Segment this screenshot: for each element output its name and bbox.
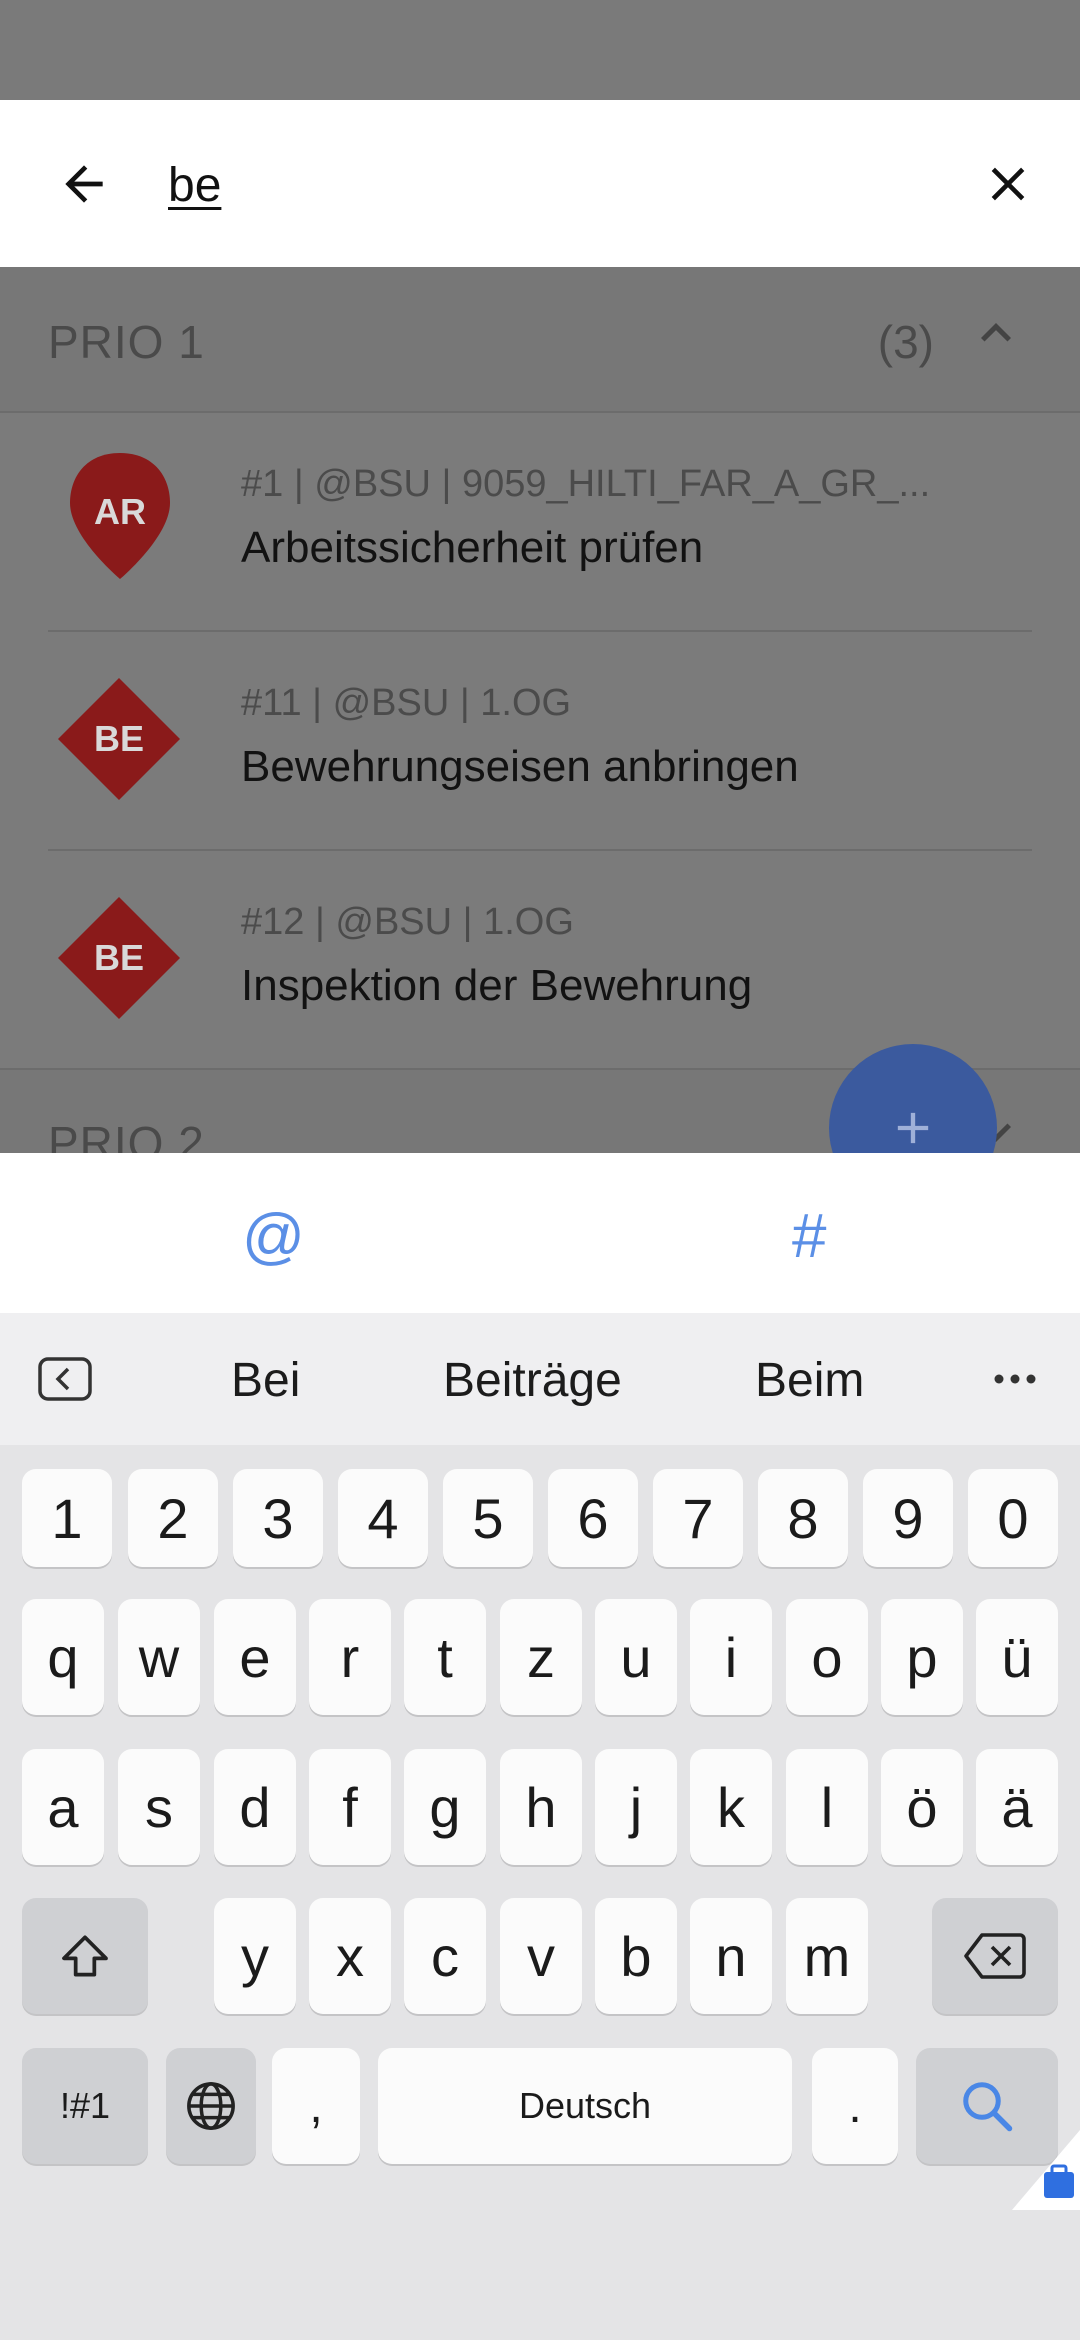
shift-icon	[62, 1935, 108, 1977]
key-s[interactable]: s	[118, 1749, 200, 1865]
key-o[interactable]: o	[786, 1599, 868, 1715]
task-row[interactable]: BE #11 | @BSU | 1.OG Bewehrungseisen anb…	[0, 632, 1080, 851]
prediction-word[interactable]: Beim	[755, 1353, 864, 1408]
key-7[interactable]: 7	[653, 1469, 743, 1567]
key-m[interactable]: m	[786, 1898, 868, 2014]
key-x[interactable]: x	[309, 1898, 391, 2014]
key-v[interactable]: v	[500, 1898, 582, 2014]
section-title: PRIO 1	[48, 316, 205, 368]
period-key[interactable]: .	[812, 2048, 898, 2164]
status-bar	[0, 0, 1080, 100]
back-arrow-icon[interactable]	[36, 136, 132, 232]
section-count: (3)	[877, 316, 934, 368]
search-bar: be	[0, 100, 1080, 267]
key-8[interactable]: 8	[758, 1469, 848, 1567]
key-t[interactable]: t	[404, 1599, 486, 1715]
key-k[interactable]: k	[690, 1749, 772, 1865]
key-h[interactable]: h	[500, 1749, 582, 1865]
key-a[interactable]: a	[22, 1749, 104, 1865]
key-d[interactable]: d	[214, 1749, 296, 1865]
key-2[interactable]: 2	[128, 1469, 218, 1567]
key-g[interactable]: g	[404, 1749, 486, 1865]
key-e[interactable]: e	[214, 1599, 296, 1715]
key-w[interactable]: w	[118, 1599, 200, 1715]
hashtag-chip[interactable]: #	[792, 1201, 826, 1272]
task-row[interactable]: AR #1 | @BSU | 9059_HILTI_FAR_A_GR_... A…	[0, 413, 1080, 632]
keyboard: Bei Beiträge Beim 1 2 3 4 5 6 7 8 9 0 q …	[0, 1313, 1080, 2340]
more-options-icon[interactable]	[993, 1373, 1037, 1385]
language-key[interactable]	[166, 2048, 256, 2164]
key-3[interactable]: 3	[233, 1469, 323, 1567]
key-9[interactable]: 9	[863, 1469, 953, 1567]
mention-chip[interactable]: @	[242, 1201, 305, 1272]
key-u-umlaut[interactable]: ü	[976, 1599, 1058, 1715]
backspace-icon	[964, 1933, 1026, 1979]
section-title: PRIO 2	[48, 1117, 205, 1153]
shift-key[interactable]	[22, 1898, 148, 2014]
key-o-umlaut[interactable]: ö	[881, 1749, 963, 1865]
symbols-key[interactable]: !#1	[22, 2048, 148, 2164]
prediction-bar: Bei Beiträge Beim	[0, 1313, 1080, 1445]
close-icon[interactable]	[960, 136, 1056, 232]
keyboard-collapse-icon[interactable]	[38, 1357, 92, 1401]
plus-icon	[897, 1112, 929, 1144]
key-z[interactable]: z	[500, 1599, 582, 1715]
search-input[interactable]: be	[168, 158, 221, 213]
task-row[interactable]: BE #12 | @BSU | 1.OG Inspektion der Bewe…	[0, 851, 1080, 1070]
task-meta: #11 | @BSU | 1.OG	[241, 682, 572, 724]
task-title: Inspektion der Bewehrung	[241, 961, 753, 1010]
badge-label: BE	[93, 718, 144, 759]
work-profile-icon	[1012, 2130, 1080, 2210]
mention-hashtag-bar: @ #	[0, 1153, 1080, 1313]
space-key[interactable]: Deutsch	[378, 2048, 792, 2164]
key-j[interactable]: j	[595, 1749, 677, 1865]
key-c[interactable]: c	[404, 1898, 486, 2014]
key-p[interactable]: p	[881, 1599, 963, 1715]
key-b[interactable]: b	[595, 1898, 677, 2014]
key-n[interactable]: n	[690, 1898, 772, 2014]
key-i[interactable]: i	[690, 1599, 772, 1715]
key-u[interactable]: u	[595, 1599, 677, 1715]
key-1[interactable]: 1	[22, 1469, 112, 1567]
prediction-word[interactable]: Beiträge	[443, 1353, 622, 1408]
task-title: Bewehrungseisen anbringen	[241, 742, 799, 791]
section-header-prio-1[interactable]: PRIO 1 (3)	[0, 267, 1080, 411]
search-icon	[963, 2082, 1013, 2132]
comma-key[interactable]: ,	[272, 2048, 360, 2164]
globe-icon	[187, 2082, 235, 2130]
chevron-up-icon[interactable]	[966, 303, 1026, 363]
prediction-word[interactable]: Bei	[231, 1353, 300, 1408]
key-r[interactable]: r	[309, 1599, 391, 1715]
backspace-key[interactable]	[932, 1898, 1058, 2014]
task-title: Arbeitssicherheit prüfen	[241, 523, 704, 572]
key-l[interactable]: l	[786, 1749, 868, 1865]
badge-label: AR	[94, 491, 146, 532]
key-q[interactable]: q	[22, 1599, 104, 1715]
key-a-umlaut[interactable]: ä	[976, 1749, 1058, 1865]
badge-label: BE	[93, 937, 144, 978]
task-meta: #12 | @BSU | 1.OG	[241, 901, 574, 943]
task-list: PRIO 1 (3) AR #1 | @BSU | 9059_HILTI_FAR…	[0, 267, 1080, 1153]
key-f[interactable]: f	[309, 1749, 391, 1865]
key-5[interactable]: 5	[443, 1469, 533, 1567]
key-6[interactable]: 6	[548, 1469, 638, 1567]
key-0[interactable]: 0	[968, 1469, 1058, 1567]
key-y[interactable]: y	[214, 1898, 296, 2014]
key-4[interactable]: 4	[338, 1469, 428, 1567]
task-meta: #1 | @BSU | 9059_HILTI_FAR_A_GR_...	[241, 463, 931, 505]
